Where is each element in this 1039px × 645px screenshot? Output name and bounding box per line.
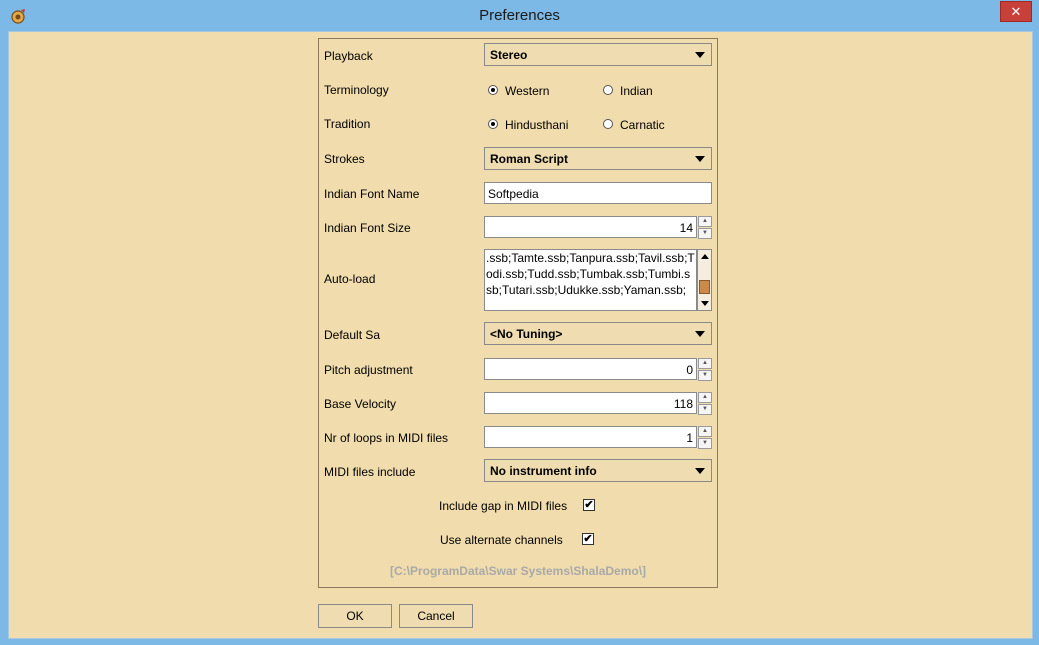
midi-include-label: MIDI files include — [324, 465, 416, 479]
font-size-label: Indian Font Size — [324, 221, 411, 235]
font-size-value: 14 — [679, 221, 693, 235]
spin-down-icon[interactable]: ▼ — [698, 438, 712, 449]
spin-down-icon[interactable]: ▼ — [698, 370, 712, 381]
scroll-down-icon[interactable] — [701, 301, 709, 306]
spin-up-icon[interactable]: ▲ — [698, 426, 712, 437]
font-size-stepper[interactable]: ▲ ▼ — [698, 216, 712, 239]
loops-field[interactable]: 1 — [484, 426, 697, 448]
autoload-label: Auto-load — [324, 272, 376, 286]
data-path-text: [C:\ProgramData\Swar Systems\ShalaDemo\] — [389, 564, 647, 578]
window-title: Preferences — [479, 7, 560, 24]
include-gap-checkbox[interactable]: ✔ — [583, 499, 595, 511]
autoload-scrollbar[interactable] — [697, 249, 712, 311]
preferences-window: Preferences ✕ Playback Stereo Terminolog… — [0, 0, 1039, 645]
pitch-label: Pitch adjustment — [324, 363, 413, 377]
velocity-stepper[interactable]: ▲ ▼ — [698, 392, 712, 415]
default-sa-value: <No Tuning> — [490, 327, 563, 341]
radio-indian-label[interactable]: Indian — [620, 84, 653, 98]
title-bar[interactable]: Preferences ✕ — [0, 0, 1039, 31]
spin-down-icon[interactable]: ▼ — [698, 404, 712, 415]
spin-up-icon[interactable]: ▲ — [698, 216, 712, 227]
velocity-value: 118 — [673, 397, 693, 411]
strokes-value: Roman Script — [490, 152, 569, 166]
pitch-stepper[interactable]: ▲ ▼ — [698, 358, 712, 381]
radio-hindusthani[interactable] — [488, 119, 498, 129]
loops-value: 1 — [686, 431, 693, 445]
autoload-value: .ssb;Tamte.ssb;Tanpura.ssb;Tavil.ssb;Tod… — [486, 251, 695, 297]
midi-include-value: No instrument info — [490, 464, 597, 478]
strokes-label: Strokes — [324, 152, 365, 166]
cancel-button[interactable]: Cancel — [399, 604, 473, 628]
include-gap-label[interactable]: Include gap in MIDI files — [439, 499, 567, 513]
chevron-down-icon — [695, 52, 705, 58]
autoload-textarea[interactable]: .ssb;Tamte.ssb;Tanpura.ssb;Tavil.ssb;Tod… — [484, 249, 697, 311]
spin-up-icon[interactable]: ▲ — [698, 358, 712, 369]
radio-indian[interactable] — [603, 85, 613, 95]
scroll-thumb[interactable] — [699, 280, 710, 294]
playback-dropdown[interactable]: Stereo — [484, 43, 712, 66]
playback-value: Stereo — [490, 48, 528, 62]
radio-carnatic[interactable] — [603, 119, 613, 129]
pitch-value: 0 — [686, 363, 693, 377]
chevron-down-icon — [695, 156, 705, 162]
font-name-label: Indian Font Name — [324, 187, 420, 201]
radio-western[interactable] — [488, 85, 498, 95]
alt-channels-label[interactable]: Use alternate channels — [440, 533, 563, 547]
spin-down-icon[interactable]: ▼ — [698, 228, 712, 239]
radio-western-label[interactable]: Western — [505, 84, 549, 98]
loops-label: Nr of loops in MIDI files — [324, 431, 449, 445]
font-size-field[interactable]: 14 — [484, 216, 697, 238]
radio-carnatic-label[interactable]: Carnatic — [620, 118, 665, 132]
velocity-label: Base Velocity — [324, 397, 397, 411]
playback-label: Playback — [324, 49, 373, 63]
chevron-down-icon — [695, 468, 705, 474]
radio-hindusthani-label[interactable]: Hindusthani — [505, 118, 568, 132]
midi-include-dropdown[interactable]: No instrument info — [484, 459, 712, 482]
velocity-field[interactable]: 118 — [484, 392, 697, 414]
strokes-dropdown[interactable]: Roman Script — [484, 147, 712, 170]
default-sa-label: Default Sa — [324, 328, 381, 342]
tradition-label: Tradition — [324, 117, 371, 131]
ok-button[interactable]: OK — [318, 604, 392, 628]
alt-channels-checkbox[interactable]: ✔ — [582, 533, 594, 545]
chevron-down-icon — [695, 331, 705, 337]
close-icon: ✕ — [1010, 4, 1022, 19]
close-button[interactable]: ✕ — [1000, 1, 1032, 22]
pitch-field[interactable]: 0 — [484, 358, 697, 380]
default-sa-dropdown[interactable]: <No Tuning> — [484, 322, 712, 345]
terminology-label: Terminology — [324, 83, 389, 97]
scroll-up-icon[interactable] — [701, 254, 709, 259]
loops-stepper[interactable]: ▲ ▼ — [698, 426, 712, 449]
spin-up-icon[interactable]: ▲ — [698, 392, 712, 403]
font-name-field[interactable]: Softpedia — [484, 182, 712, 204]
font-name-value: Softpedia — [488, 187, 539, 201]
